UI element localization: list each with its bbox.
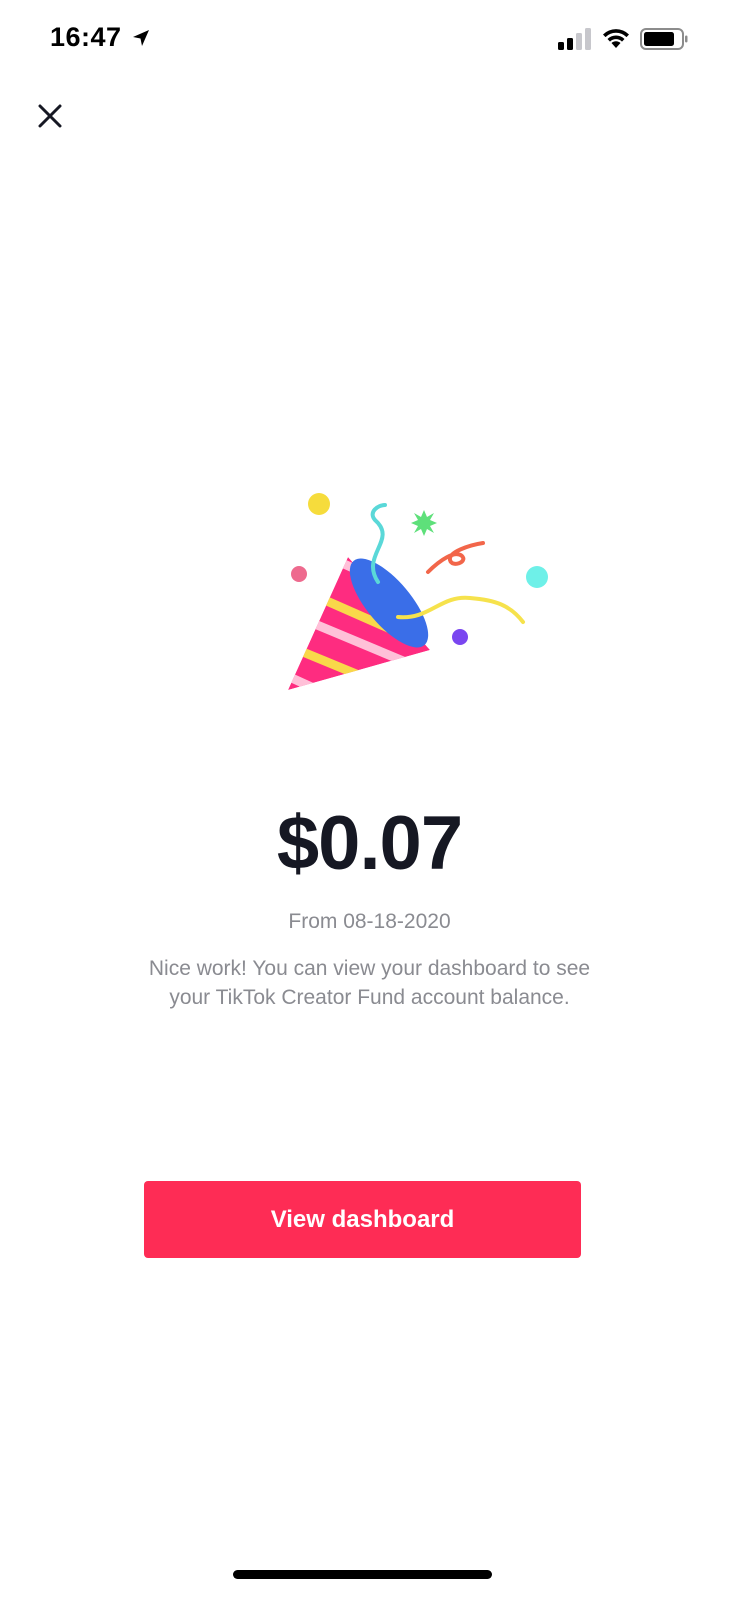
earnings-date: From 08-18-2020: [288, 910, 451, 933]
status-time: 16:47: [50, 22, 122, 52]
view-dashboard-button[interactable]: View dashboard: [144, 1181, 581, 1258]
location-arrow-icon: [133, 30, 149, 46]
close-button[interactable]: [30, 96, 70, 136]
party-popper-icon: [288, 493, 548, 690]
wifi-icon: [603, 29, 629, 48]
congrats-message: Nice work! You can view your dashboard t…: [148, 957, 591, 1009]
home-indicator[interactable]: [233, 1570, 492, 1579]
battery-icon: [640, 28, 688, 50]
close-icon: [38, 104, 62, 128]
cellular-signal-icon: [558, 28, 591, 50]
earnings-amount: $0.07: [276, 801, 463, 886]
status-bar: 16:47: [0, 0, 739, 80]
